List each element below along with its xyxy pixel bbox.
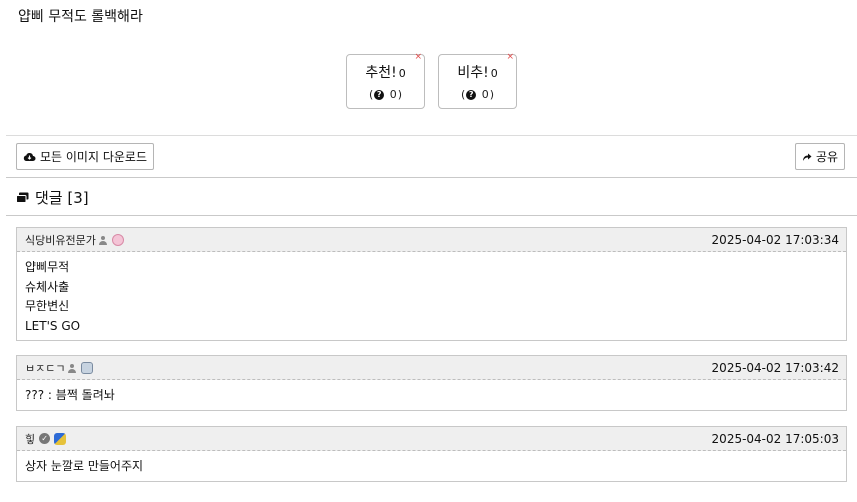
- comment-author-name[interactable]: ㅂㅈㄷㄱ: [25, 360, 65, 376]
- comment-timestamp: 2025-04-02 17:03:42: [711, 360, 839, 375]
- close-icon[interactable]: ×: [506, 52, 514, 62]
- comment-item: 식당비유전문가 2025-04-02 17:03:34 얍삐무적 슈체사출 무한…: [16, 227, 847, 341]
- comment-line: 얍삐무적: [25, 260, 70, 274]
- comment-item: ㅂㅈㄷㄱ 2025-04-02 17:03:42 ??? : 븜쩍 돌려놔: [16, 355, 847, 411]
- comment-header: ㅂㅈㄷㄱ 2025-04-02 17:03:42: [17, 356, 846, 380]
- person-icon: [98, 235, 108, 245]
- close-icon[interactable]: ×: [414, 52, 422, 62]
- comments-title: 댓글 [3]: [35, 189, 89, 207]
- comment-author[interactable]: 힣 ✓: [25, 431, 67, 447]
- post-content: 얍삐 무적도 롤백해라: [18, 9, 143, 25]
- downvote-anon-count: (? 0): [460, 88, 495, 101]
- comment-author-name[interactable]: 힣: [25, 431, 35, 447]
- download-all-images-label: 모든 이미지 다운로드: [40, 150, 147, 164]
- upvote-sub-count: 0: [389, 88, 397, 101]
- comment-author-name[interactable]: 식당비유전문가: [25, 232, 96, 248]
- downvote-sub-count: 0: [481, 88, 489, 101]
- avatar: [54, 432, 67, 445]
- question-icon: ?: [374, 89, 385, 100]
- upvote-anon-count: (? 0): [368, 88, 403, 101]
- upvote-button[interactable]: × 추천! 0 (? 0): [346, 52, 425, 109]
- comment-item: 힣 ✓ 2025-04-02 17:05:03 상자 눈깔로 만들어주지: [16, 426, 847, 482]
- avatar: [111, 233, 124, 246]
- downvote-count: 0: [490, 67, 498, 80]
- share-arrow-icon: [803, 153, 812, 161]
- download-all-images-button[interactable]: 모든 이미지 다운로드: [16, 143, 154, 170]
- comment-line: 슈체사출: [25, 279, 70, 294]
- question-icon: ?: [466, 89, 477, 100]
- comment-header: 식당비유전문가 2025-04-02 17:03:34: [17, 228, 846, 252]
- comment-author[interactable]: 식당비유전문가: [25, 232, 124, 248]
- person-icon: [67, 363, 77, 373]
- comment-line: ??? : 븜쩍 돌려놔: [25, 388, 115, 402]
- share-button[interactable]: 공유: [795, 143, 846, 170]
- divider: [6, 135, 857, 136]
- avatar: [81, 361, 94, 374]
- comment-timestamp: 2025-04-02 17:03:34: [711, 232, 839, 247]
- comment-author[interactable]: ㅂㅈㄷㄱ: [25, 360, 94, 376]
- cloud-download-icon: [23, 152, 36, 161]
- upvote-count: 0: [398, 67, 406, 80]
- comment-body: 얍삐무적 슈체사출 무한변신 LET'S GO: [17, 252, 846, 340]
- divider: [6, 215, 857, 216]
- comments-icon: [16, 192, 29, 203]
- comment-line: LET'S GO: [25, 318, 81, 333]
- comment-line: 무한변신: [25, 299, 70, 313]
- comment-body: ??? : 븜쩍 돌려놔: [17, 380, 846, 410]
- comment-line: 상자 눈깔로 만들어주지: [25, 459, 144, 473]
- divider: [6, 177, 857, 178]
- comment-body: 상자 눈깔로 만들어주지: [17, 451, 846, 481]
- comments-header: 댓글 [3]: [16, 187, 89, 208]
- comment-header: 힣 ✓ 2025-04-02 17:05:03: [17, 427, 846, 451]
- upvote-label: 추천!: [365, 65, 397, 81]
- share-label: 공유: [816, 150, 839, 164]
- verified-check-icon: ✓: [39, 433, 51, 444]
- downvote-button[interactable]: × 비추! 0 (? 0): [438, 52, 517, 109]
- comment-timestamp: 2025-04-02 17:05:03: [711, 431, 839, 446]
- downvote-label: 비추!: [457, 65, 489, 81]
